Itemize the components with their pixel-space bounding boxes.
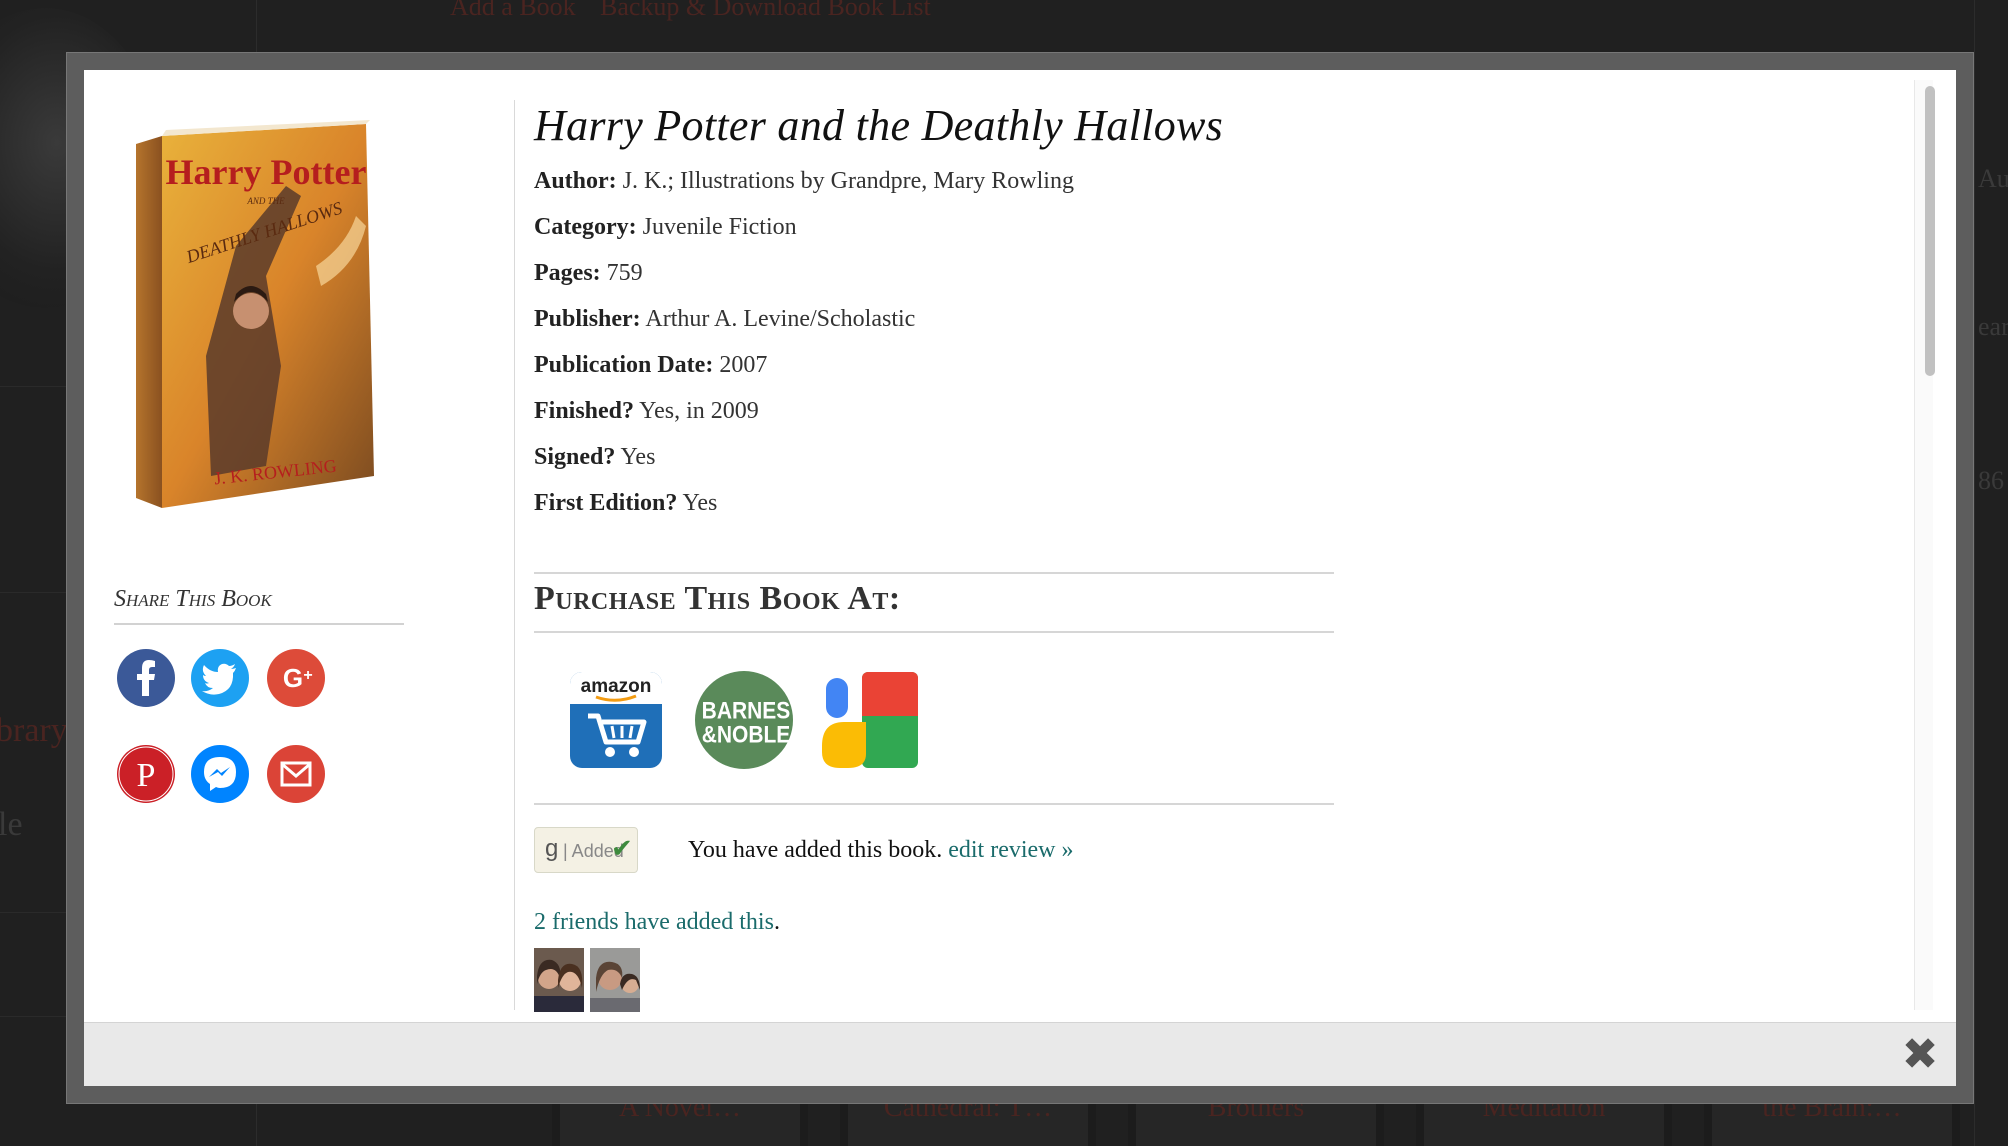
messenger-share-button[interactable] [190, 744, 250, 804]
background-fragment: le [0, 806, 23, 843]
goodreads-g-icon: g [545, 835, 559, 862]
friend-avatar[interactable] [534, 948, 584, 1012]
pinterest-share-button[interactable]: P [116, 744, 176, 804]
detail-label: Author: [534, 168, 617, 194]
svg-text:+: + [303, 667, 312, 684]
detail-value: J. K.; Illustrations by Grandpre, Mary R… [622, 168, 1074, 194]
friend-photo [590, 948, 640, 1012]
column-divider [514, 100, 515, 1010]
google-store-button[interactable] [822, 670, 922, 770]
svg-text:P: P [137, 757, 156, 794]
gmail-share-button[interactable] [266, 744, 326, 804]
modal-content: Harry Potter AND THE DEATHLY HALLOWS J. … [84, 70, 1956, 1022]
detail-value: Yes [682, 490, 718, 516]
barnes-noble-icon: BARNES &NOBLE [695, 671, 793, 769]
detail-label: Pages: [534, 260, 601, 286]
background-link-backup[interactable]: Backup & Download Book List [600, 0, 931, 22]
gmail-icon [267, 745, 325, 803]
friends-added-link[interactable]: 2 friends have added this [534, 909, 774, 935]
added-status-text: You have added this book. [688, 837, 943, 863]
amazon-store-button[interactable]: amazon [566, 670, 666, 770]
book-cover-and-the: AND THE [246, 196, 285, 206]
detail-label: Finished? [534, 398, 635, 424]
book-cover-image: Harry Potter AND THE DEATHLY HALLOWS J. … [136, 120, 374, 508]
google-logo-icon [822, 672, 918, 768]
pinterest-icon: P [117, 745, 175, 803]
detail-value: Juvenile Fiction [642, 214, 797, 240]
detail-label: Publication Date: [534, 352, 714, 378]
added-status: You have added this book. edit review » [688, 830, 1074, 870]
detail-finished: Finished? Yes, in 2009 [534, 388, 1074, 434]
barnes-noble-store-button[interactable]: BARNES &NOBLE [694, 670, 794, 770]
barnes-noble-label-2: &NOBLE [702, 721, 791, 748]
detail-publisher: Publisher: Arthur A. Levine/Scholastic [534, 296, 1074, 342]
background-link-add-book[interactable]: Add a Book [450, 0, 576, 22]
book-cover-title: Harry Potter [166, 152, 367, 192]
friends-added: 2 friends have added this. [534, 902, 780, 942]
background-fragment: brary [0, 712, 68, 749]
checkmark-icon: ✔ [611, 834, 633, 864]
detail-label: Publisher: [534, 306, 641, 332]
google-plus-share-button[interactable]: G + [266, 648, 326, 708]
amazon-cart-icon: amazon [570, 672, 662, 768]
background-divider [1974, 0, 1975, 1146]
close-icon[interactable]: ✖ [1900, 1033, 1940, 1077]
barnes-noble-label-1: BARNES [702, 697, 791, 724]
facebook-share-button[interactable] [116, 648, 176, 708]
friend-photo [534, 948, 584, 1012]
twitter-share-button[interactable] [190, 648, 250, 708]
detail-label: Signed? [534, 444, 616, 470]
detail-publication-date: Publication Date: 2007 [534, 342, 1074, 388]
google-plus-icon: G + [267, 649, 325, 707]
book-title: Harry Potter and the Deathly Hallows [534, 101, 1224, 150]
detail-value: Yes [620, 444, 656, 470]
detail-category: Category: Juvenile Fiction [534, 204, 1074, 250]
detail-value: 2007 [719, 352, 768, 378]
book-details: Author: J. K.; Illustrations by Grandpre… [534, 158, 1074, 526]
twitter-icon [191, 649, 249, 707]
friend-avatar[interactable] [590, 948, 640, 1012]
book-detail-modal: Harry Potter AND THE DEATHLY HALLOWS J. … [84, 70, 1956, 1086]
detail-value: Arthur A. Levine/Scholastic [645, 306, 916, 332]
detail-label: Category: [534, 214, 637, 240]
background-fragment: Au [1978, 164, 2008, 193]
purchase-divider [534, 631, 1334, 633]
detail-author: Author: J. K.; Illustrations by Grandpre… [534, 158, 1074, 204]
goodreads-added-badge[interactable]: g | Added ✔ [534, 827, 638, 873]
svg-text:G: G [283, 663, 303, 693]
modal-scrollbar-thumb[interactable] [1925, 86, 1935, 376]
messenger-icon [191, 745, 249, 803]
facebook-icon [117, 649, 175, 707]
purchase-divider [534, 803, 1334, 805]
purchase-divider [534, 572, 1334, 574]
friends-added-suffix: . [773, 909, 780, 935]
detail-value: 759 [606, 260, 643, 286]
detail-label: First Edition? [534, 490, 678, 516]
share-heading: Share This Book [114, 586, 404, 625]
detail-first-edition: First Edition? Yes [534, 480, 1074, 526]
background-fragment: ear [1978, 312, 2008, 341]
amazon-wordmark: amazon [581, 676, 652, 697]
detail-pages: Pages: 759 [534, 250, 1074, 296]
purchase-heading: Purchase This Book At: [534, 580, 901, 617]
detail-value: Yes, in 2009 [639, 398, 759, 424]
edit-review-link[interactable]: edit review » [948, 837, 1073, 863]
background-fragment: 86 [1978, 466, 2004, 495]
modal-footer: ✖ [84, 1022, 1956, 1086]
detail-signed: Signed? Yes [534, 434, 1074, 480]
